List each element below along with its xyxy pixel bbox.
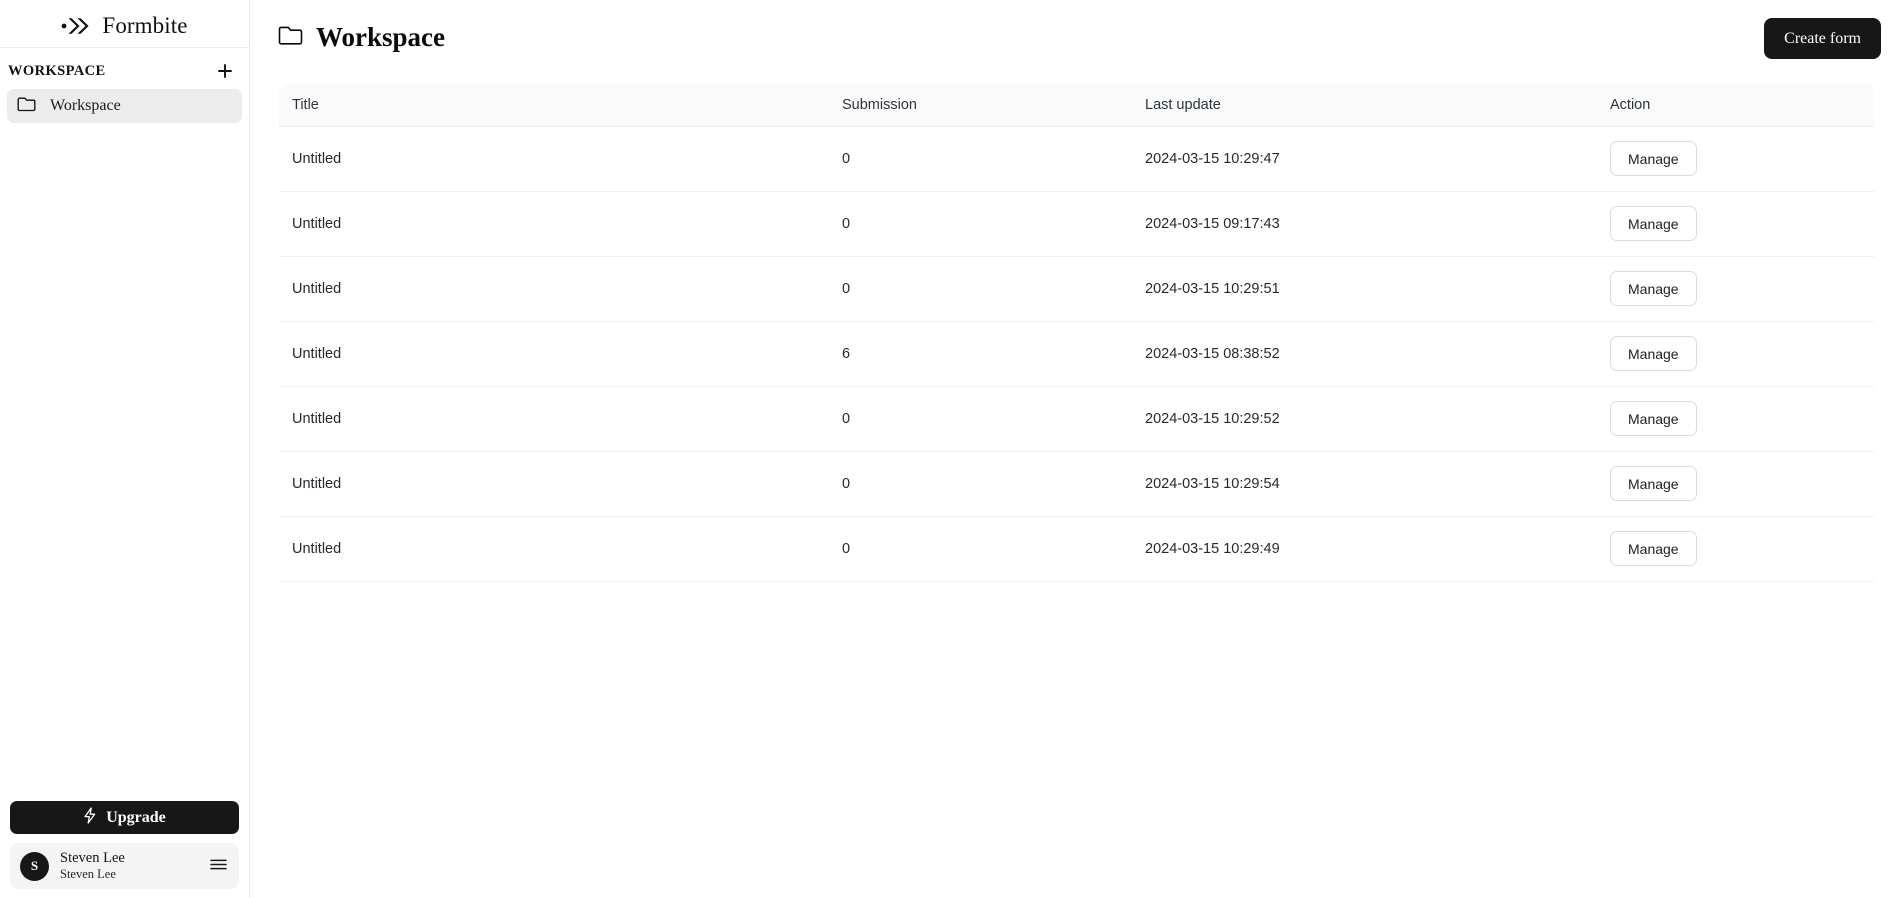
- brand-name: Formbite: [102, 12, 188, 38]
- table-body: Untitled 0 2024-03-15 10:29:47 Manage Un…: [279, 126, 1874, 582]
- cell-action: Manage: [1597, 126, 1874, 192]
- manage-button[interactable]: Manage: [1610, 531, 1697, 566]
- cell-action: Manage: [1597, 191, 1874, 257]
- manage-button[interactable]: Manage: [1610, 336, 1697, 371]
- column-header-submission: Submission: [829, 84, 1132, 127]
- cell-submission: 0: [829, 191, 1132, 257]
- cell-title: Untitled: [279, 386, 829, 452]
- user-name: Steven Lee: [60, 850, 125, 867]
- column-header-title: Title: [279, 84, 829, 127]
- cell-last-update: 2024-03-15 10:29:49: [1132, 516, 1597, 582]
- manage-button[interactable]: Manage: [1610, 206, 1697, 241]
- cell-title: Untitled: [279, 451, 829, 517]
- hamburger-menu-icon: [209, 858, 227, 874]
- table-row: Untitled 0 2024-03-15 10:29:54 Manage: [279, 451, 1874, 517]
- user-text: Steven Lee Steven Lee: [60, 850, 196, 881]
- plus-icon: [217, 63, 233, 79]
- cell-last-update: 2024-03-15 08:38:52: [1132, 321, 1597, 387]
- manage-button[interactable]: Manage: [1610, 466, 1697, 501]
- cell-title: Untitled: [279, 256, 829, 322]
- forms-table-container: Title Submission Last update Action Unti…: [279, 84, 1874, 582]
- add-workspace-button[interactable]: [215, 61, 235, 81]
- forms-table: Title Submission Last update Action Unti…: [279, 84, 1874, 582]
- user-menu-button[interactable]: [207, 855, 229, 877]
- cell-last-update: 2024-03-15 10:29:51: [1132, 256, 1597, 322]
- folder-icon: [278, 25, 303, 51]
- main-content: Workspace Create form Title Submission L…: [250, 0, 1903, 898]
- cell-submission: 0: [829, 126, 1132, 192]
- table-row: Untitled 0 2024-03-15 10:29:52 Manage: [279, 386, 1874, 452]
- upgrade-label: Upgrade: [106, 808, 166, 826]
- cell-submission: 0: [829, 256, 1132, 322]
- manage-button[interactable]: Manage: [1610, 271, 1697, 306]
- avatar: S: [20, 851, 49, 881]
- page-title: Workspace: [316, 22, 446, 52]
- table-header: Title Submission Last update Action: [279, 84, 1874, 127]
- page-header: Workspace: [250, 0, 1903, 51]
- cell-action: Manage: [1597, 516, 1874, 582]
- column-header-last-update: Last update: [1132, 84, 1597, 127]
- cell-submission: 6: [829, 321, 1132, 387]
- folder-icon: [17, 96, 36, 117]
- table-row: Untitled 0 2024-03-15 10:29:51 Manage: [279, 256, 1874, 322]
- column-header-action: Action: [1597, 84, 1874, 127]
- cell-last-update: 2024-03-15 10:29:47: [1132, 126, 1597, 192]
- cell-title: Untitled: [279, 321, 829, 387]
- app-root: Formbite WORKSPACE Workspace Upgrade S S…: [0, 0, 1903, 898]
- table-row: Untitled 0 2024-03-15 10:29:47 Manage: [279, 126, 1874, 192]
- upgrade-button[interactable]: Upgrade: [10, 801, 239, 834]
- sidebar: Formbite WORKSPACE Workspace Upgrade S S…: [0, 0, 250, 898]
- cell-submission: 0: [829, 451, 1132, 517]
- upgrade-section: Upgrade: [0, 801, 249, 843]
- workspace-section-label: WORKSPACE: [8, 62, 106, 79]
- double-chevron-logo-icon: [61, 15, 91, 37]
- brand[interactable]: Formbite: [0, 0, 249, 45]
- cell-last-update: 2024-03-15 10:29:54: [1132, 451, 1597, 517]
- cell-action: Manage: [1597, 256, 1874, 322]
- cell-action: Manage: [1597, 321, 1874, 387]
- cell-last-update: 2024-03-15 09:17:43: [1132, 191, 1597, 257]
- create-form-button[interactable]: Create form: [1764, 18, 1881, 59]
- cell-last-update: 2024-03-15 10:29:52: [1132, 386, 1597, 452]
- user-subtitle: Steven Lee: [60, 867, 116, 882]
- cell-title: Untitled: [279, 191, 829, 257]
- sidebar-item-label: Workspace: [50, 97, 121, 114]
- cell-submission: 0: [829, 386, 1132, 452]
- table-row: Untitled 6 2024-03-15 08:38:52 Manage: [279, 321, 1874, 387]
- workspace-section-header: WORKSPACE: [0, 48, 249, 89]
- cell-title: Untitled: [279, 516, 829, 582]
- lightning-bolt-icon: [83, 806, 97, 829]
- cell-action: Manage: [1597, 451, 1874, 517]
- user-card[interactable]: S Steven Lee Steven Lee: [10, 843, 239, 889]
- workspace-list: Workspace: [0, 89, 249, 123]
- manage-button[interactable]: Manage: [1610, 401, 1697, 436]
- table-header-row: Title Submission Last update Action: [279, 84, 1874, 127]
- cell-submission: 0: [829, 516, 1132, 582]
- cell-title: Untitled: [279, 126, 829, 192]
- table-row: Untitled 0 2024-03-15 09:17:43 Manage: [279, 191, 1874, 257]
- manage-button[interactable]: Manage: [1610, 141, 1697, 176]
- sidebar-item-workspace[interactable]: Workspace: [7, 89, 242, 123]
- table-row: Untitled 0 2024-03-15 10:29:49 Manage: [279, 516, 1874, 582]
- cell-action: Manage: [1597, 386, 1874, 452]
